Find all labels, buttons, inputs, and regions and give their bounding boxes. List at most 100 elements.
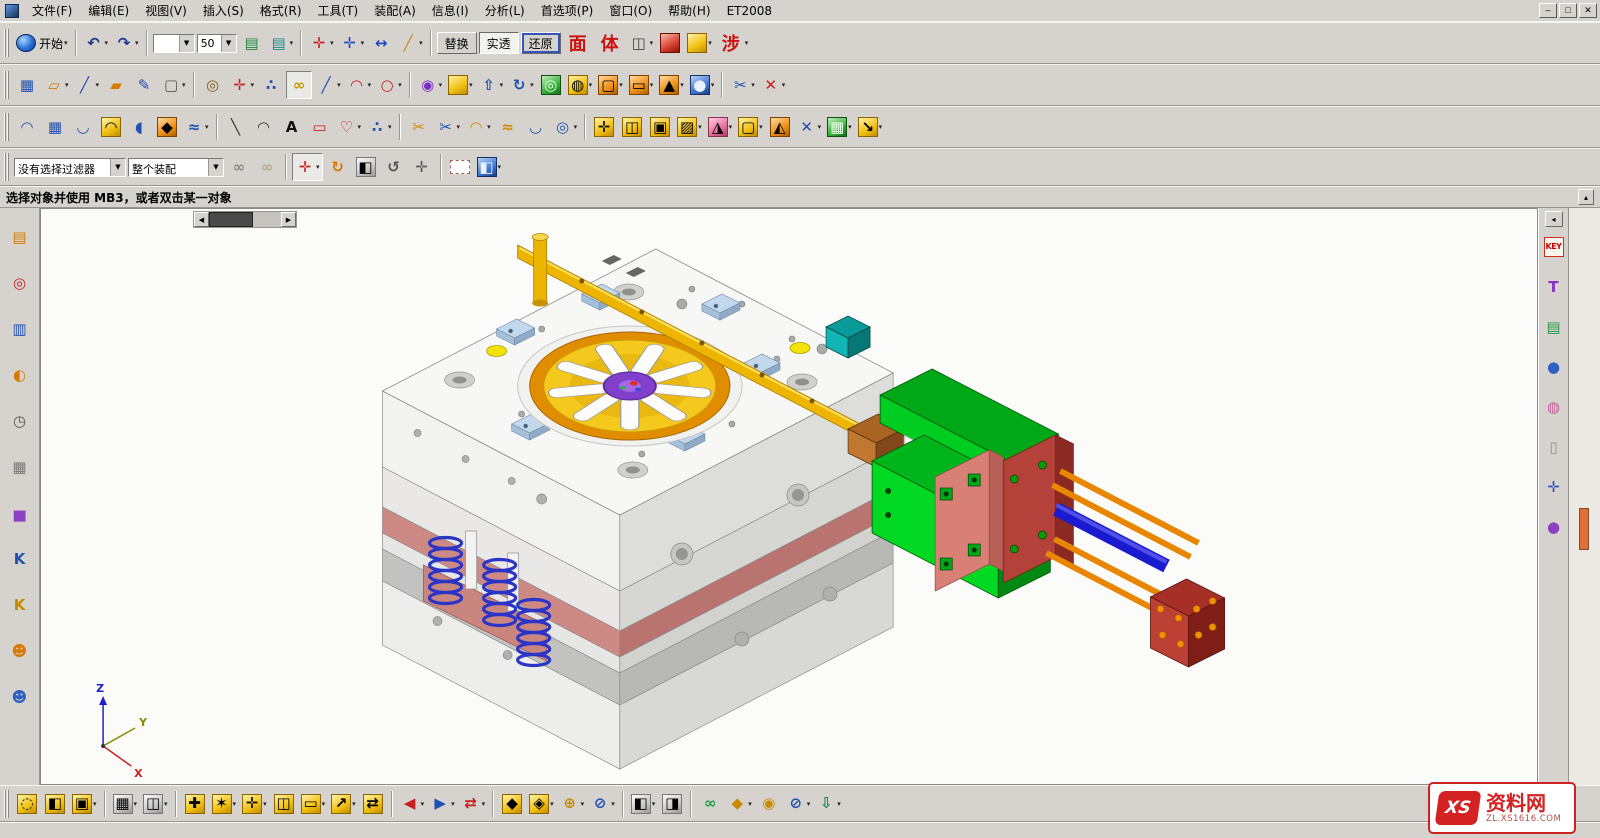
rectangle-select-icon[interactable] [447, 153, 473, 181]
constraint-navigator-icon[interactable]: ◎ [7, 270, 33, 296]
template-icon[interactable]: T [1541, 275, 1567, 299]
purple-ball-icon[interactable]: ● [1541, 515, 1567, 539]
dropdown-arrow[interactable]: ▾ [650, 39, 654, 47]
dropdown-arrow[interactable]: ▾ [205, 123, 209, 131]
part-navigator-icon[interactable]: ▥ [7, 316, 33, 342]
horizontal-scrollbar[interactable]: ◀ ▶ [193, 211, 297, 228]
pan-icon[interactable]: ✛ [409, 153, 435, 181]
toolbar-grip[interactable] [4, 113, 10, 141]
assembly-navigator-icon[interactable]: ▤ [7, 224, 33, 250]
toolbar-grip[interactable] [4, 29, 10, 57]
offset-face-icon[interactable]: ↘▾ [856, 113, 885, 141]
profile-arc-icon[interactable]: ◠ [251, 113, 277, 141]
body-analysis-label[interactable]: 体 [595, 29, 625, 57]
toolbar-grip[interactable] [4, 790, 10, 818]
dropdown-arrow[interactable]: ▾ [650, 81, 654, 89]
scale-body-icon[interactable]: ✕▾ [795, 113, 824, 141]
menu-item-0[interactable]: 文件(F) [24, 0, 80, 22]
dropdown-arrow[interactable]: ▾ [498, 163, 502, 171]
sketch-in-task-icon[interactable]: ▢▾ [159, 71, 188, 99]
assembly-constraints-icon[interactable]: ⇄▾ [459, 790, 488, 818]
selection-scope-combo-arrow[interactable]: ▼ [208, 159, 223, 176]
dropdown-arrow[interactable]: ▾ [574, 123, 578, 131]
rotor-disc[interactable] [518, 326, 742, 446]
history-palette-icon[interactable]: ◷ [7, 408, 33, 434]
sphere-primitive-icon[interactable]: ●▾ [688, 71, 717, 99]
text-icon[interactable]: A [279, 113, 305, 141]
restore-button[interactable]: 还原 [521, 32, 561, 54]
trim-body-icon[interactable]: ✂▾ [728, 71, 757, 99]
sew-icon[interactable]: ▦▾ [825, 113, 854, 141]
scrollbar-track[interactable] [253, 212, 281, 227]
align-constraint-icon[interactable]: ▶▾ [428, 790, 457, 818]
vertical-scrollbar-thumb[interactable] [1579, 508, 1589, 550]
dropdown-arrow[interactable]: ▾ [751, 81, 755, 89]
undo-icon[interactable]: ↶▾ [82, 29, 111, 57]
wave-mode-icon[interactable]: ◧▾ [629, 790, 658, 818]
visual-reports-icon[interactable]: ▅ [7, 500, 33, 526]
blue-sphere-icon[interactable]: ● [1541, 355, 1567, 379]
scrollbar-thumb[interactable] [209, 212, 253, 227]
thicken-icon[interactable]: ◭ [767, 113, 793, 141]
face-analysis-label[interactable]: 面 [563, 29, 593, 57]
start-button[interactable]: 开始▾ [14, 29, 70, 57]
kf-navigator-icon[interactable]: K [7, 546, 33, 572]
dropdown-arrow[interactable]: ▾ [581, 800, 585, 808]
wave-geometry-linker-icon[interactable]: ⊕▾ [558, 790, 587, 818]
circle-icon[interactable]: ○▾ [375, 71, 404, 99]
datum-axis-icon[interactable]: ╱▾ [73, 71, 102, 99]
tube-icon[interactable]: ◎▾ [551, 113, 580, 141]
dropdown-arrow[interactable]: ▾ [550, 800, 554, 808]
roles-icon[interactable]: ☻ [7, 638, 33, 664]
display-color-combo[interactable]: ▼ [153, 34, 195, 53]
point-icon[interactable]: ✛▾ [228, 71, 257, 99]
curve-chain-icon[interactable]: ∞ [286, 71, 312, 99]
studio-surface-icon[interactable]: ≈▾ [182, 113, 211, 141]
point-set-icon[interactable]: ∴ [258, 71, 284, 99]
dropdown-arrow[interactable]: ▾ [680, 81, 684, 89]
dropdown-arrow[interactable]: ▾ [782, 81, 786, 89]
suppress-component-icon[interactable]: ▭▾ [299, 790, 328, 818]
dropdown-arrow[interactable]: ▾ [439, 81, 443, 89]
mold-assembly-3d-view[interactable]: Z Y X [41, 209, 1537, 784]
dropdown-arrow[interactable]: ▾ [358, 123, 362, 131]
pad-icon[interactable]: ▭▾ [627, 71, 656, 99]
hole-icon[interactable]: ◎ [538, 71, 564, 99]
menu-item-2[interactable]: 视图(V) [137, 0, 195, 22]
dropdown-arrow[interactable]: ▾ [745, 39, 749, 47]
dropdown-arrow[interactable]: ▾ [330, 39, 334, 47]
offset-curve-icon[interactable]: ≈ [495, 113, 521, 141]
dropdown-arrow[interactable]: ▾ [388, 123, 392, 131]
art-spline-icon[interactable]: ♡▾ [335, 113, 364, 141]
rectangle-icon[interactable]: ▭ [307, 113, 333, 141]
dropdown-arrow[interactable]: ▾ [398, 81, 402, 89]
find-component-icon[interactable]: ◌ [14, 790, 40, 818]
dropdown-arrow[interactable]: ▾ [818, 123, 822, 131]
ruler-icon[interactable]: ╱▾ [396, 29, 425, 57]
bridge-curve-icon[interactable]: ◡ [523, 113, 549, 141]
selection-filter-combo-arrow[interactable]: ▼ [110, 159, 125, 176]
move-component-icon[interactable]: ↗▾ [329, 790, 358, 818]
interpart-link-icon[interactable]: ⊘▾ [588, 790, 617, 818]
work-layer-combo[interactable]: 50▼ [197, 34, 237, 53]
dropdown-arrow[interactable]: ▾ [290, 39, 294, 47]
wave-label[interactable]: 涉▾ [716, 29, 751, 57]
dropdown-arrow[interactable]: ▾ [65, 81, 69, 89]
minimize-button[interactable]: – [1539, 3, 1557, 18]
dropdown-arrow[interactable]: ▾ [589, 81, 593, 89]
dropdown-arrow[interactable]: ▾ [487, 123, 491, 131]
fillet-icon[interactable]: ◠▾ [464, 113, 493, 141]
sketch-icon[interactable]: ✎ [131, 71, 157, 99]
sync-arrow-icon[interactable]: ⇩▾ [814, 790, 843, 818]
break-link-icon[interactable]: ⊘▾ [784, 790, 813, 818]
menu-item-7[interactable]: 信息(I) [424, 0, 477, 22]
groups-icon[interactable]: ☻ [7, 684, 33, 710]
dropdown-arrow[interactable]: ▾ [96, 81, 100, 89]
selection-filter-combo[interactable]: 没有选择过滤器▼ [14, 158, 126, 177]
new-component-icon[interactable]: ✶▾ [210, 790, 239, 818]
trim-curve-icon[interactable]: ✂ [406, 113, 432, 141]
menu-item-8[interactable]: 分析(L) [477, 0, 533, 22]
dropdown-arrow[interactable]: ▾ [469, 81, 473, 89]
mirror-body-icon[interactable]: ▣ [647, 113, 673, 141]
test-tube-icon[interactable]: ▯ [1541, 435, 1567, 459]
